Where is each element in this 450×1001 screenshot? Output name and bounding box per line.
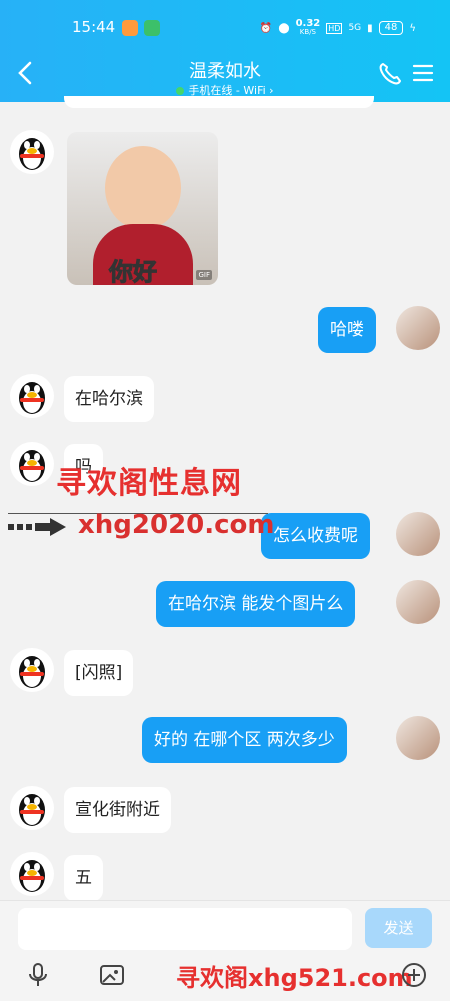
- online-dot: [176, 87, 185, 95]
- send-button[interactable]: 发送: [365, 908, 432, 948]
- photo-face: [105, 146, 181, 230]
- contact-avatar[interactable]: [10, 442, 54, 486]
- user-avatar[interactable]: [396, 580, 440, 624]
- message-bubble[interactable]: [闪照]: [64, 650, 134, 696]
- message-bubble[interactable]: 好的 在哪个区 两次多少: [142, 717, 347, 763]
- network-type: 5G: [348, 23, 362, 33]
- alarm-icon: ⏰: [259, 22, 273, 34]
- message-input[interactable]: [18, 908, 352, 950]
- user-avatar[interactable]: [396, 306, 440, 350]
- gif-badge: GIF: [196, 270, 212, 280]
- message-bubble[interactable]: 宣化街附近: [64, 787, 171, 833]
- contact-avatar[interactable]: [10, 786, 54, 830]
- message-bubble[interactable]: 怎么收费呢: [261, 513, 370, 559]
- hd-badge: HD: [326, 22, 343, 34]
- contact-avatar[interactable]: [10, 648, 54, 692]
- message-bubble[interactable]: 哈喽: [318, 307, 376, 353]
- contact-avatar[interactable]: [10, 374, 54, 418]
- image-icon[interactable]: [99, 962, 125, 988]
- photo-caption: 你好: [109, 258, 158, 286]
- location-icon: ⬤: [278, 22, 290, 34]
- signal-icon: ▮: [367, 22, 373, 34]
- charging-icon: ϟ: [409, 22, 416, 34]
- phone-call-icon[interactable]: [377, 61, 403, 87]
- battery-level: 48: [378, 21, 404, 35]
- net-speed-unit: KB/S: [299, 28, 316, 36]
- status-indicators: ⏰ ⬤ 0.32 KB/S HD 5G ▮ 48 ϟ: [260, 19, 416, 37]
- message-bubble[interactable]: 在哈尔滨 能发个图片么: [156, 581, 356, 627]
- status-time: 15:44: [72, 18, 116, 36]
- watermark-arrow-icon: [8, 518, 68, 536]
- notification-app-icon: [122, 20, 138, 36]
- add-icon[interactable]: [401, 962, 427, 988]
- net-speed: 0.32: [295, 18, 321, 29]
- user-avatar[interactable]: [396, 716, 440, 760]
- photo-message[interactable]: 你好 GIF: [67, 132, 218, 285]
- watermark-text: 寻欢阁性息网: [56, 466, 242, 501]
- message-bubble[interactable]: 五: [64, 855, 103, 901]
- user-avatar[interactable]: [396, 512, 440, 556]
- microphone-icon[interactable]: [25, 962, 51, 988]
- contact-avatar[interactable]: [10, 130, 54, 174]
- previous-message-edge: [64, 96, 374, 108]
- contact-avatar[interactable]: [10, 852, 54, 896]
- wechat-icon: [144, 20, 160, 36]
- message-bubble[interactable]: 在哈尔滨: [64, 376, 154, 422]
- watermark-bottom: 寻欢阁xhg521.com: [176, 964, 413, 992]
- watermark-url: xhg2020.com: [78, 510, 275, 540]
- menu-icon[interactable]: [412, 63, 434, 83]
- status-app-icons: [122, 20, 160, 36]
